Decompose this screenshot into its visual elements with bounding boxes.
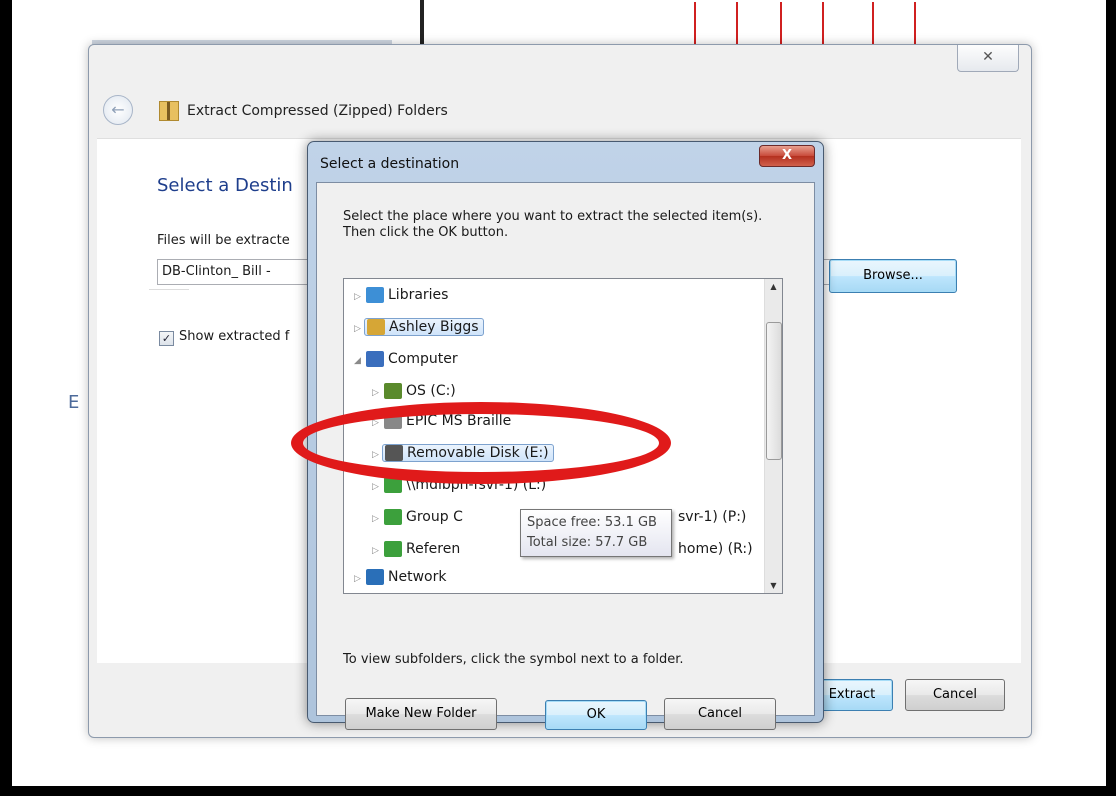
files-extract-label: Files will be extracte	[157, 233, 290, 248]
expand-arrow-icon[interactable]: ▷	[354, 285, 364, 309]
tree-item[interactable]: ▷ Group C	[372, 505, 463, 529]
network-drive-icon	[384, 541, 402, 557]
total-size-text: Total size: 57.7 GB	[527, 535, 648, 550]
wizard-cancel-button[interactable]: Cancel	[905, 679, 1005, 711]
expand-arrow-icon[interactable]: ▷	[372, 507, 382, 531]
dialog-cancel-button[interactable]: Cancel	[664, 698, 776, 730]
dialog-instruction: Select the place where you want to extra…	[343, 209, 763, 240]
show-extracted-label: Show extracted f	[179, 329, 290, 344]
scroll-thumb[interactable]	[766, 322, 782, 460]
browse-button[interactable]: Browse...	[829, 259, 957, 293]
wizard-close-button[interactable]: ✕	[957, 45, 1019, 72]
scroll-down-arrow-icon[interactable]: ▼	[765, 581, 782, 590]
disk-space-tooltip: Space free: 53.1 GB Total size: 57.7 GB	[520, 509, 672, 557]
background-divider	[149, 289, 189, 310]
libraries-icon	[366, 287, 384, 303]
wizard-heading: Select a Destin	[157, 175, 293, 196]
ok-button[interactable]: OK	[545, 700, 647, 730]
dialog-close-button[interactable]: X	[759, 145, 815, 167]
windows-drive-icon	[384, 383, 402, 399]
dialog-title: Select a destination	[320, 156, 460, 172]
tree-item-tail: svr-1) (P:)	[678, 509, 747, 525]
wizard-title: Extract Compressed (Zipped) Folders	[187, 103, 448, 119]
pdf-file-icon	[780, 2, 824, 48]
tree-scrollbar[interactable]: ▲ ▼	[764, 279, 782, 593]
network-drive-icon	[384, 509, 402, 525]
tree-item[interactable]: ▷ Referen	[372, 537, 460, 561]
expand-arrow-icon[interactable]: ▷	[354, 567, 364, 591]
computer-icon	[366, 351, 384, 367]
tree-item[interactable]: ◢ Computer	[354, 347, 458, 371]
zip-folder-icon	[159, 101, 179, 121]
background-letter: E	[68, 392, 80, 413]
expand-arrow-icon[interactable]: ▷	[354, 317, 364, 341]
tree-item-label: Ashley Biggs	[389, 319, 479, 335]
tree-item-label: Libraries	[388, 287, 449, 303]
space-free-text: Space free: 53.1 GB	[527, 515, 657, 530]
tree-item[interactable]: ▷ Ashley Biggs	[354, 315, 484, 339]
tree-item-label: Referen	[406, 541, 461, 557]
tree-item-label: OS (C:)	[406, 383, 456, 399]
tree-item-label: Network	[388, 569, 447, 585]
tree-item-label: Group C	[406, 509, 463, 525]
tree-item[interactable]: ▷ Network	[354, 565, 446, 589]
pdf-file-icon	[694, 2, 738, 48]
tree-item-label: Computer	[388, 351, 458, 367]
background-window-edge	[420, 0, 424, 44]
user-folder-icon	[367, 319, 385, 335]
make-new-folder-button[interactable]: Make New Folder	[345, 698, 497, 730]
back-arrow-icon[interactable]: ←	[103, 95, 133, 125]
subfolder-hint: To view subfolders, click the symbol nex…	[343, 652, 684, 667]
tree-item[interactable]: ▷ Libraries	[354, 283, 448, 307]
expand-arrow-icon[interactable]: ◢	[354, 349, 364, 373]
expand-arrow-icon[interactable]: ▷	[372, 539, 382, 563]
show-extracted-checkbox[interactable]: ✓	[159, 331, 174, 346]
network-icon	[366, 569, 384, 585]
expand-arrow-icon[interactable]: ▷	[372, 475, 382, 499]
expand-arrow-icon[interactable]: ▷	[372, 381, 382, 405]
scroll-up-arrow-icon[interactable]: ▲	[765, 282, 782, 291]
red-highlight-ellipse	[291, 402, 671, 484]
tree-item[interactable]: ▷ OS (C:)	[372, 379, 456, 403]
pdf-file-icon	[872, 2, 916, 48]
tree-item-tail: home) (R:)	[678, 541, 753, 557]
